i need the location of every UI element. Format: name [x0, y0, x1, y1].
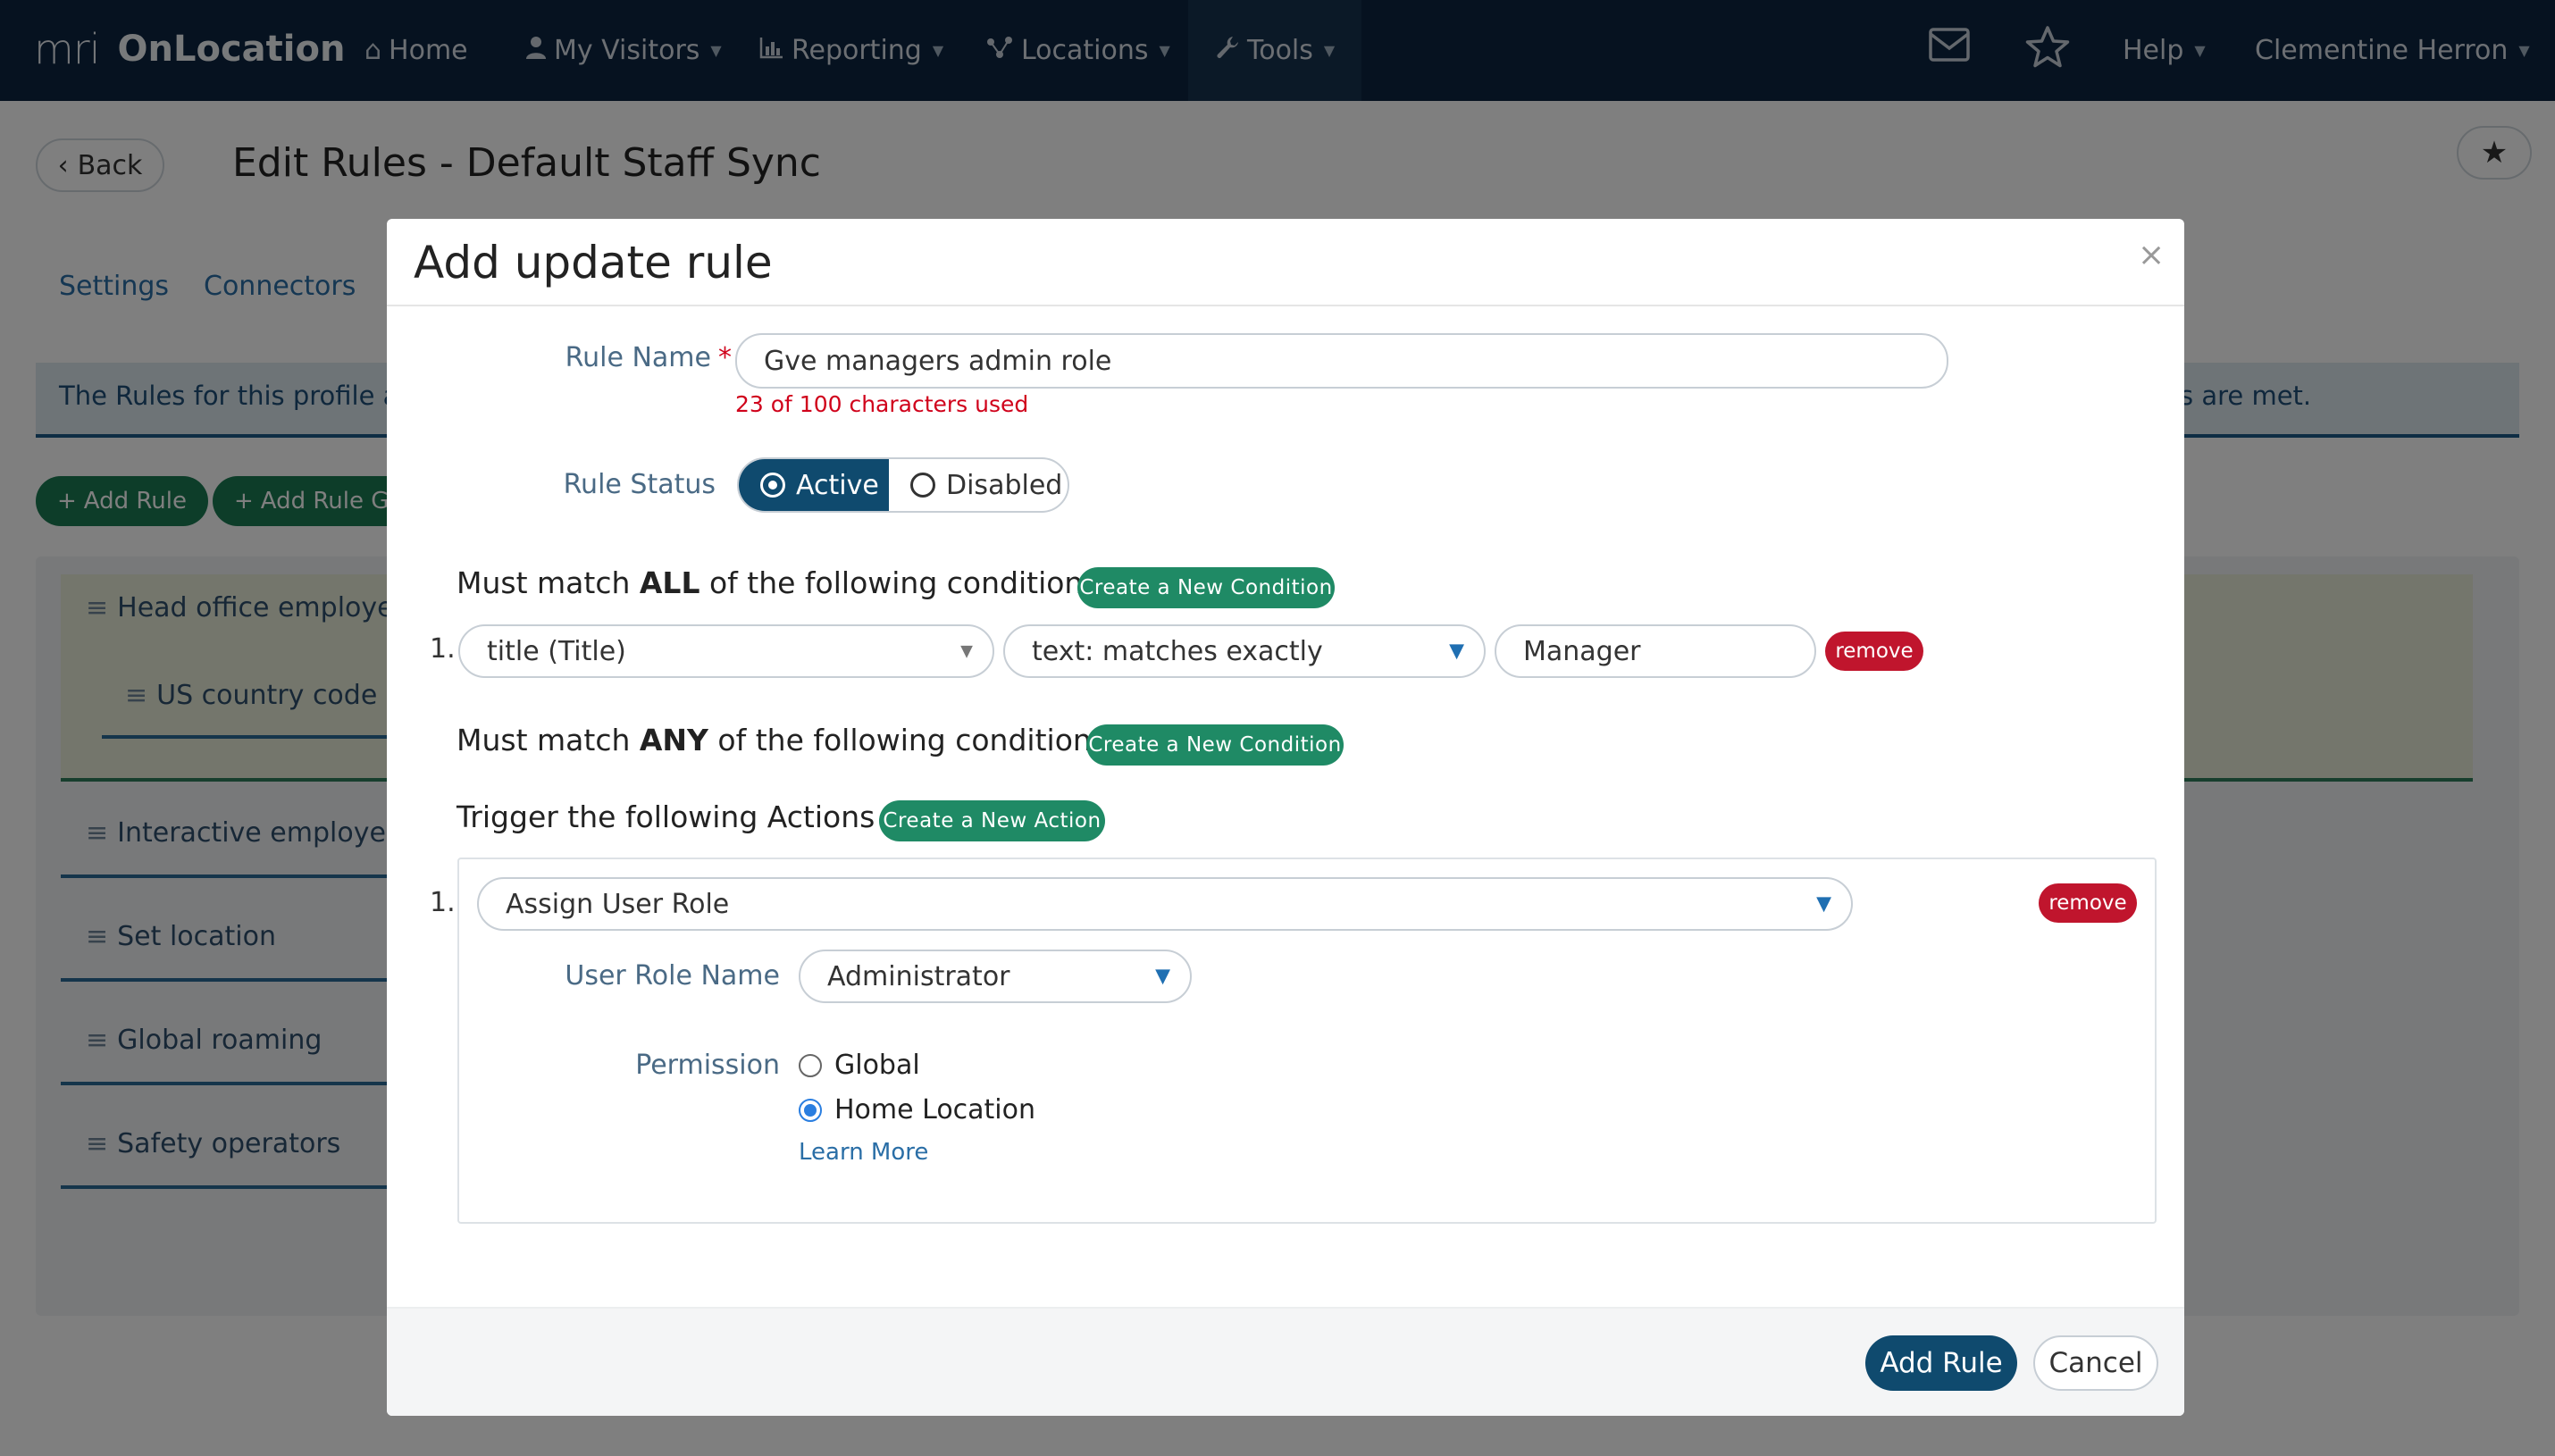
remove-condition-button[interactable]: remove — [1825, 632, 1923, 671]
condition-field-value: title (Title) — [487, 635, 626, 667]
heading-text: Must match — [457, 565, 640, 600]
condition-operator-value: text: matches exactly — [1032, 635, 1323, 667]
status-disabled-option[interactable]: Disabled — [889, 459, 1062, 511]
action-number: 1. — [430, 887, 456, 918]
chevron-down-icon: ▼ — [1816, 892, 1831, 916]
rule-status-toggle: Active Disabled — [737, 457, 1069, 513]
heading-text: of the following conditions — [708, 723, 1107, 757]
radio-unchecked-icon — [910, 473, 935, 498]
chevron-down-icon: ▼ — [1155, 965, 1170, 988]
heading-text: Must match — [457, 723, 640, 757]
add-update-rule-dialog: Add update rule × Rule Name * Gve manager… — [387, 219, 2184, 1416]
permission-label: Permission — [635, 1050, 780, 1081]
permission-global-radio[interactable] — [799, 1054, 822, 1077]
radio-checked-icon — [760, 473, 785, 498]
permission-home-location-label[interactable]: Home Location — [834, 1094, 1035, 1125]
status-active-option[interactable]: Active — [739, 459, 889, 511]
rule-status-label: Rule Status — [563, 469, 716, 500]
user-role-value: Administrator — [827, 960, 1010, 992]
add-rule-submit-button[interactable]: Add Rule — [1865, 1335, 2017, 1391]
heading-keyword: ALL — [639, 565, 700, 600]
condition-operator-select[interactable]: text: matches exactly ▼ — [1003, 624, 1486, 678]
close-icon[interactable]: × — [2138, 237, 2165, 273]
dialog-title: Add update rule — [414, 237, 773, 289]
remove-action-button[interactable]: remove — [2039, 883, 2137, 923]
chevron-down-icon: ▼ — [1449, 640, 1464, 663]
create-all-condition-button[interactable]: Create a New Condition — [1077, 567, 1335, 608]
heading-keyword: ANY — [639, 723, 708, 757]
permission-global-label[interactable]: Global — [834, 1050, 920, 1081]
condition-value-input[interactable]: Manager — [1495, 624, 1816, 678]
condition-value: Manager — [1523, 635, 1641, 667]
heading-text: of the following conditions — [699, 565, 1099, 600]
cancel-button[interactable]: Cancel — [2033, 1335, 2158, 1391]
rule-name-label: Rule Name * — [544, 342, 732, 373]
create-action-button[interactable]: Create a New Action — [879, 800, 1105, 841]
chevron-down-icon: ▼ — [960, 641, 973, 661]
actions-heading: Trigger the following Actions — [457, 799, 875, 834]
user-role-name-label: User Role Name — [565, 960, 780, 992]
rule-name-label-text: Rule Name — [565, 342, 711, 373]
learn-more-link[interactable]: Learn More — [799, 1139, 928, 1166]
action-type-select[interactable]: Assign User Role ▼ — [477, 877, 1853, 931]
create-any-condition-button[interactable]: Create a New Condition — [1086, 724, 1344, 766]
required-asterisk: * — [718, 342, 732, 373]
divider — [387, 305, 2184, 306]
condition-number: 1. — [430, 633, 456, 665]
status-active-label: Active — [796, 469, 879, 501]
status-disabled-label: Disabled — [946, 469, 1063, 501]
rule-name-input[interactable]: Gve managers admin role — [735, 333, 1948, 389]
any-conditions-heading: Must match ANY of the following conditio… — [457, 723, 1107, 757]
all-conditions-heading: Must match ALL of the following conditio… — [457, 565, 1099, 600]
permission-home-location-radio[interactable] — [799, 1099, 822, 1122]
action-type-value: Assign User Role — [506, 888, 730, 920]
user-role-select[interactable]: Administrator ▼ — [799, 950, 1192, 1003]
char-count: 23 of 100 characters used — [735, 391, 1029, 417]
condition-field-select[interactable]: title (Title) ▼ — [458, 624, 994, 678]
rule-name-value: Gve managers admin role — [764, 345, 1112, 377]
